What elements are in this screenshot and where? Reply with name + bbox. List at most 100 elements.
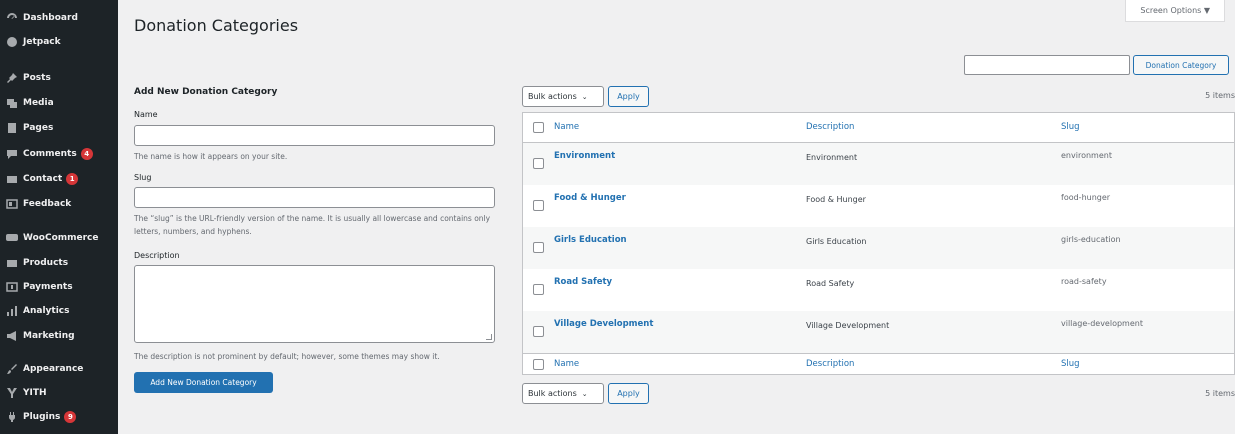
sidebar-item-yith[interactable]: YITH [0,382,118,404]
sidebar-item-label: Media [23,98,54,108]
table-row: Environment Environment environment [523,143,1234,185]
table-row: Road Safety Road Safety road-safety [523,269,1234,311]
sidebar-item-products[interactable]: Products [0,252,118,274]
row-checkbox[interactable] [533,326,544,337]
sidebar-item-label: Payments [23,282,73,292]
dashboard-icon [6,12,18,24]
chevron-down-icon: ⌄ [581,92,588,101]
row-slug: environment [1061,151,1112,160]
row-slug: food-hunger [1061,193,1111,202]
bulk-actions-label: Bulk actions [528,389,577,398]
analytics-icon [6,305,18,317]
sidebar-item-label: Jetpack [23,37,61,47]
comments-count-badge: 4 [80,148,93,160]
screen-options-button[interactable]: Screen Options ▼ [1125,0,1225,22]
column-header-description[interactable]: Description [806,122,854,132]
search-categories-button[interactable]: Donation Category [1133,55,1229,75]
table-header-row: Name Description Slug [523,113,1234,142]
sidebar-item-label: Comments [23,149,77,159]
sidebar-item-payments[interactable]: Payments [0,276,118,298]
row-slug: village-development [1061,319,1143,328]
column-footer-description[interactable]: Description [806,359,854,369]
row-checkbox[interactable] [533,242,544,253]
comments-icon [6,148,18,160]
sidebar-item-label: Contact [23,174,63,184]
slug-field[interactable] [134,187,495,208]
sidebar-item-label: Posts [23,73,51,83]
row-slug: girls-education [1061,235,1121,244]
resize-handle-icon[interactable] [486,334,492,340]
row-description: Road Safety [806,279,855,288]
sidebar-item-dashboard[interactable]: Dashboard [0,7,118,29]
plugin-icon [6,411,18,423]
sidebar-item-comments[interactable]: Comments 4 [0,143,118,165]
sidebar-item-label: YITH [23,388,47,398]
name-field[interactable] [134,125,495,146]
sidebar-item-label: WooCommerce [23,233,99,243]
add-category-button[interactable]: Add New Donation Category [134,372,273,393]
column-header-slug[interactable]: Slug [1061,122,1080,132]
row-checkbox[interactable] [533,158,544,169]
plugins-count-badge: 9 [64,411,77,423]
sidebar-item-plugins[interactable]: Plugins 9 [0,406,118,428]
bulk-actions-select-bottom[interactable]: Bulk actions ⌄ [522,383,604,404]
select-all-checkbox-footer[interactable] [533,359,544,370]
table-row: Girls Education Girls Education girls-ed… [523,227,1234,269]
products-icon [6,257,18,269]
sidebar-item-pages[interactable]: Pages [0,117,118,139]
row-description: Girls Education [806,237,867,246]
row-checkbox[interactable] [533,284,544,295]
mail-icon [6,173,18,185]
table-row: Village Development Village Development … [523,311,1234,353]
row-checkbox[interactable] [533,200,544,211]
media-icon [6,97,18,109]
column-footer-slug[interactable]: Slug [1061,359,1080,369]
row-name-link[interactable]: Environment [554,151,615,161]
feedback-icon [6,198,18,210]
row-name-link[interactable]: Girls Education [554,235,627,245]
sidebar-item-posts[interactable]: Posts [0,67,118,89]
form-heading: Add New Donation Category [134,87,278,97]
sidebar-item-label: Marketing [23,331,75,341]
items-count-top: 5 items [1205,91,1235,100]
sidebar-item-jetpack[interactable]: Jetpack [0,31,118,53]
sidebar-item-label: Analytics [23,306,70,316]
slug-label: Slug [134,173,152,182]
sidebar-item-analytics[interactable]: Analytics [0,300,118,322]
bulk-actions-label: Bulk actions [528,92,577,101]
sidebar-item-feedback[interactable]: Feedback [0,193,118,215]
categories-table: Name Description Slug Environment Enviro… [522,112,1235,375]
contact-count-badge: 1 [66,173,79,185]
table-row: Food & Hunger Food & Hunger food-hunger [523,185,1234,227]
admin-sidebar: Dashboard Jetpack Posts Media Pages Comm… [0,0,118,434]
sidebar-item-media[interactable]: Media [0,92,118,114]
slug-hint: The “slug” is the URL-friendly version o… [134,214,491,236]
sidebar-item-label: Products [23,258,69,268]
column-header-name[interactable]: Name [554,122,579,132]
apply-button-top[interactable]: Apply [608,86,649,107]
page-title: Donation Categories [134,16,299,35]
search-input[interactable] [964,55,1130,75]
description-textarea[interactable] [134,265,495,343]
bulk-actions-select-top[interactable]: Bulk actions ⌄ [522,86,604,107]
sidebar-item-label: Plugins [23,412,61,422]
row-name-link[interactable]: Village Development [554,319,653,329]
select-all-checkbox[interactable] [533,122,544,133]
sidebar-item-marketing[interactable]: Marketing [0,325,118,347]
apply-button-bottom[interactable]: Apply [608,383,649,404]
name-hint: The name is how it appears on your site. [134,152,288,161]
sidebar-item-appearance[interactable]: Appearance [0,358,118,380]
description-label: Description [134,251,180,260]
chevron-down-icon: ⌄ [581,389,588,398]
yith-icon [6,387,18,399]
sidebar-item-woocommerce[interactable]: WooCommerce [0,227,118,249]
row-slug: road-safety [1061,277,1107,286]
description-hint: The description is not prominent by defa… [134,352,440,361]
sidebar-item-label: Dashboard [23,13,78,23]
row-description: Environment [806,153,858,162]
items-count-bottom: 5 items [1205,389,1235,398]
sidebar-item-contact[interactable]: Contact 1 [0,168,118,190]
row-name-link[interactable]: Food & Hunger [554,193,626,203]
column-footer-name[interactable]: Name [554,359,579,369]
row-name-link[interactable]: Road Safety [554,277,612,287]
